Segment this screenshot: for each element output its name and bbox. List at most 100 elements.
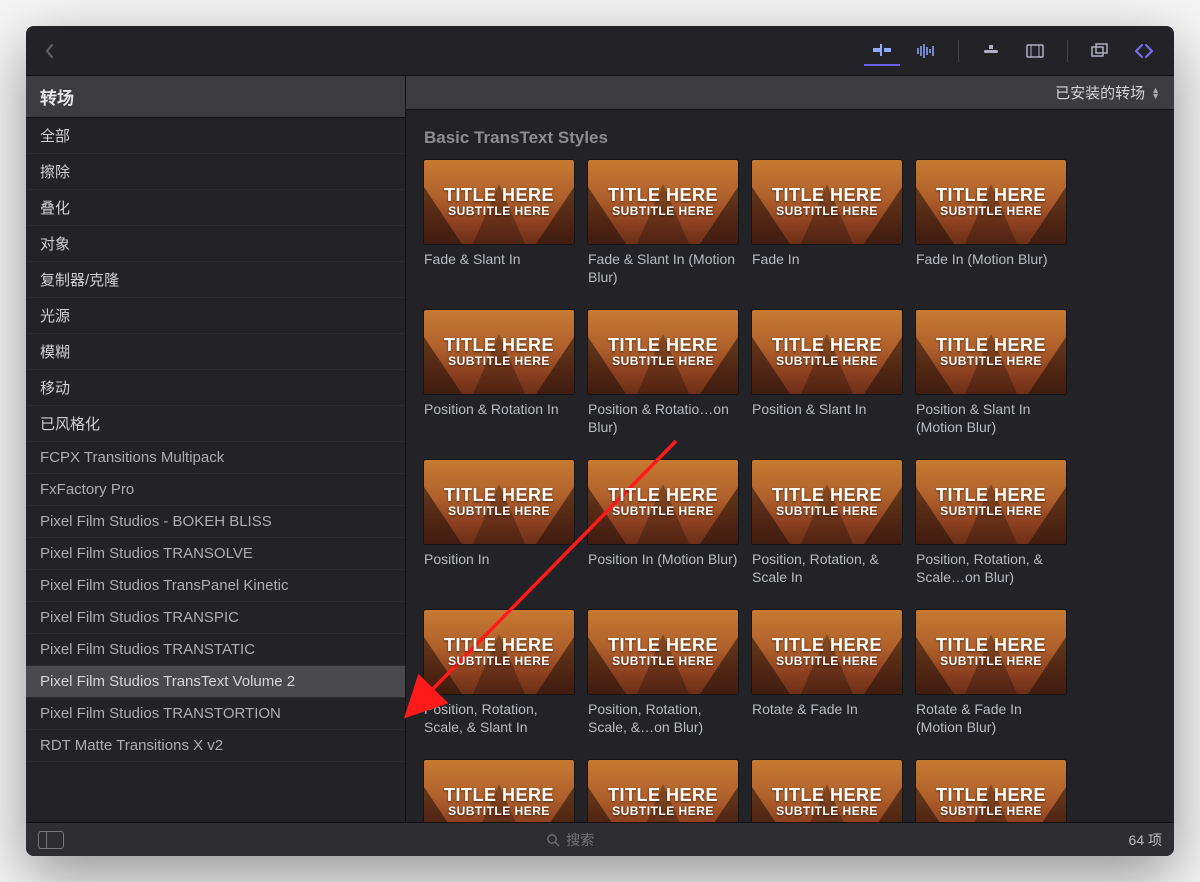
transition-thumb[interactable]: TITLE HERESUBTITLE HERE — [588, 610, 738, 694]
transition-label: Position & Slant In (Motion Blur) — [916, 400, 1066, 436]
transition-thumb[interactable]: TITLE HERESUBTITLE HERE — [424, 460, 574, 544]
clip-appearance-icon[interactable] — [864, 36, 900, 66]
sidebar-item[interactable]: 模糊 — [26, 334, 405, 370]
sidebar-item[interactable]: 擦除 — [26, 154, 405, 190]
sidebar-item[interactable]: RDT Matte Transitions X v2 — [26, 730, 405, 762]
transition-label: Rotate & Fade In (Motion Blur) — [916, 700, 1066, 736]
transition-label: Position & Rotatio…on Blur) — [588, 400, 738, 436]
transition-card[interactable]: TITLE HERESUBTITLE HERERotate & Fade In — [752, 610, 902, 736]
back-button[interactable] — [38, 39, 62, 63]
transition-label: Position, Rotation, Scale, & Slant In — [424, 700, 574, 736]
transition-thumb[interactable]: TITLE HERESUBTITLE HERE — [752, 160, 902, 244]
grid-scroll[interactable]: Basic TransText Styles TITLE HERESUBTITL… — [406, 110, 1174, 822]
transition-label: Fade & Slant In (Motion Blur) — [588, 250, 738, 286]
transition-thumb[interactable]: TITLE HERESUBTITLE HERE — [752, 310, 902, 394]
transition-card[interactable]: TITLE HERESUBTITLE HERE Position In — [424, 460, 574, 586]
sidebar-item[interactable]: Pixel Film Studios - BOKEH BLISS — [26, 506, 405, 538]
transition-card[interactable]: TITLE HERESUBTITLE HERE Position, Rotatio… — [588, 610, 738, 736]
transition-label: Position, Rotation, & Scale In — [752, 550, 902, 586]
sidebar-item[interactable]: Pixel Film Studios TRANSOLVE — [26, 538, 405, 570]
transition-card[interactable]: TITLE HERESUBTITLE HERE — [588, 760, 738, 822]
transition-card[interactable]: TITLE HERESUBTITLE HERE Fade & Slant In — [424, 160, 574, 286]
sidebar-item[interactable]: Pixel Film Studios TransPanel Kinetic — [26, 570, 405, 602]
transition-thumb[interactable]: TITLE HERESUBTITLE HERE — [916, 160, 1066, 244]
body: 转场 全部擦除叠化对象复制器/克隆光源模糊移动已风格化FCPX Transiti… — [26, 76, 1174, 822]
layout-toggle-icon[interactable] — [38, 831, 64, 849]
sidebar-item[interactable]: 已风格化 — [26, 406, 405, 442]
transition-card[interactable]: TITLE HERESUBTITLE HERE Fade & Slant In (… — [588, 160, 738, 286]
sidebar-item[interactable]: 移动 — [26, 370, 405, 406]
sidebar-item[interactable]: 光源 — [26, 298, 405, 334]
sidebar-item[interactable]: FxFactory Pro — [26, 474, 405, 506]
transition-card[interactable]: TITLE HERESUBTITLE HERE Rotate & Fade In … — [916, 610, 1066, 736]
effects-icon[interactable] — [973, 36, 1009, 66]
sidebar-item[interactable]: 叠化 — [26, 190, 405, 226]
transition-card[interactable]: TITLE HERESUBTITLE HERE Position & Slant … — [916, 310, 1066, 436]
transition-thumb[interactable]: TITLE HERESUBTITLE HERE — [752, 460, 902, 544]
transition-thumb[interactable]: TITLE HERESUBTITLE HERE — [588, 460, 738, 544]
sidebar-item[interactable]: 复制器/克隆 — [26, 262, 405, 298]
transition-thumb[interactable]: TITLE HERESUBTITLE HERE — [916, 760, 1066, 822]
transition-card[interactable]: TITLE HERESUBTITLE HERE Position In (Moti… — [588, 460, 738, 586]
content-pane: 已安装的转场 ▲▼ Basic TransText Styles TITLE H… — [406, 76, 1174, 822]
transition-card[interactable]: TITLE HERESUBTITLE HERE Fade In — [752, 160, 902, 286]
transition-thumb[interactable]: TITLE HERESUBTITLE HERE — [752, 610, 902, 694]
transition-thumb[interactable]: TITLE HERESUBTITLE HERE — [588, 760, 738, 822]
search-input[interactable] — [566, 832, 646, 848]
sidebar-item[interactable]: Pixel Film Studios TRANSTATIC — [26, 634, 405, 666]
transitions-panel-icon[interactable] — [1126, 36, 1162, 66]
transition-label: Position, Rotation, Scale, &…on Blur) — [588, 700, 738, 736]
transition-thumb[interactable]: TITLE HERESUBTITLE HERE — [752, 760, 902, 822]
transition-grid: TITLE HERESUBTITLE HEREFade & Slant InTI… — [424, 160, 1156, 822]
transition-thumb[interactable]: TITLE HERESUBTITLE HERE — [916, 610, 1066, 694]
toolbar-divider — [958, 40, 959, 62]
toolbar-divider — [1067, 40, 1068, 62]
transition-card[interactable]: TITLE HERESUBTITLE HERE Position, Rotatio… — [916, 460, 1066, 586]
titlebar — [26, 26, 1174, 76]
transition-label: Fade & Slant In — [424, 250, 574, 268]
filmstrip-icon[interactable] — [1017, 36, 1053, 66]
transition-card[interactable]: TITLE HERESUBTITLE HERE Position, Rotatio… — [424, 610, 574, 736]
transition-card[interactable]: TITLE HERESUBTITLE HERE — [424, 760, 574, 822]
transition-thumb[interactable]: TITLE HERESUBTITLE HERE — [916, 460, 1066, 544]
transition-label: Position In — [424, 550, 574, 568]
category-list[interactable]: 全部擦除叠化对象复制器/克隆光源模糊移动已风格化FCPX Transitions… — [26, 118, 405, 822]
transition-card[interactable]: TITLE HERESUBTITLE HEREFade In (Motion B… — [916, 160, 1066, 286]
transition-label: Position, Rotation, & Scale…on Blur) — [916, 550, 1066, 586]
search-icon — [546, 833, 560, 847]
group-title: Basic TransText Styles — [424, 128, 1156, 148]
sidebar-item[interactable]: FCPX Transitions Multipack — [26, 442, 405, 474]
transition-card[interactable]: TITLE HERESUBTITLE HERE Position & Slant … — [752, 310, 902, 436]
sidebar-title: 转场 — [26, 76, 405, 118]
sidebar-item[interactable]: 全部 — [26, 118, 405, 154]
search-wrap — [74, 832, 1119, 848]
filter-stepper-icon[interactable]: ▲▼ — [1151, 87, 1160, 99]
transition-card[interactable]: TITLE HERESUBTITLE HERE — [916, 760, 1066, 822]
footer: 64 项 — [26, 822, 1174, 856]
sidebar-item[interactable]: Pixel Film Studios TransText Volume 2 — [26, 666, 405, 698]
transition-card[interactable]: TITLE HERESUBTITLE HERE Position & Rotati… — [424, 310, 574, 436]
transition-thumb[interactable]: TITLE HERESUBTITLE HERE — [424, 760, 574, 822]
windows-icon[interactable] — [1082, 36, 1118, 66]
item-count: 64 项 — [1129, 830, 1162, 850]
sidebar-item[interactable]: Pixel Film Studios TRANSTORTION — [26, 698, 405, 730]
transition-card[interactable]: TITLE HERESUBTITLE HERE — [752, 760, 902, 822]
waveform-icon[interactable] — [908, 36, 944, 66]
transition-thumb[interactable]: TITLE HERESUBTITLE HERE — [424, 160, 574, 244]
transition-label: Position & Slant In — [752, 400, 902, 418]
transition-thumb[interactable]: TITLE HERESUBTITLE HERE — [588, 160, 738, 244]
transition-label: Fade In — [752, 250, 902, 268]
sidebar: 转场 全部擦除叠化对象复制器/克隆光源模糊移动已风格化FCPX Transiti… — [26, 76, 406, 822]
sidebar-item[interactable]: 对象 — [26, 226, 405, 262]
sidebar-item[interactable]: Pixel Film Studios TRANSPIC — [26, 602, 405, 634]
transition-label: Position In (Motion Blur) — [588, 550, 738, 568]
transition-card[interactable]: TITLE HERESUBTITLE HERE Position, Rotatio… — [752, 460, 902, 586]
installed-filter[interactable]: 已安装的转场 — [1055, 82, 1145, 103]
transition-thumb[interactable]: TITLE HERESUBTITLE HERE — [424, 310, 574, 394]
transition-card[interactable]: TITLE HERESUBTITLE HERE Position & Rotati… — [588, 310, 738, 436]
transition-thumb[interactable]: TITLE HERESUBTITLE HERE — [916, 310, 1066, 394]
content-header: 已安装的转场 ▲▼ — [406, 76, 1174, 110]
transition-thumb[interactable]: TITLE HERESUBTITLE HERE — [424, 610, 574, 694]
transition-thumb[interactable]: TITLE HERESUBTITLE HERE — [588, 310, 738, 394]
transition-label: Position & Rotation In — [424, 400, 574, 418]
